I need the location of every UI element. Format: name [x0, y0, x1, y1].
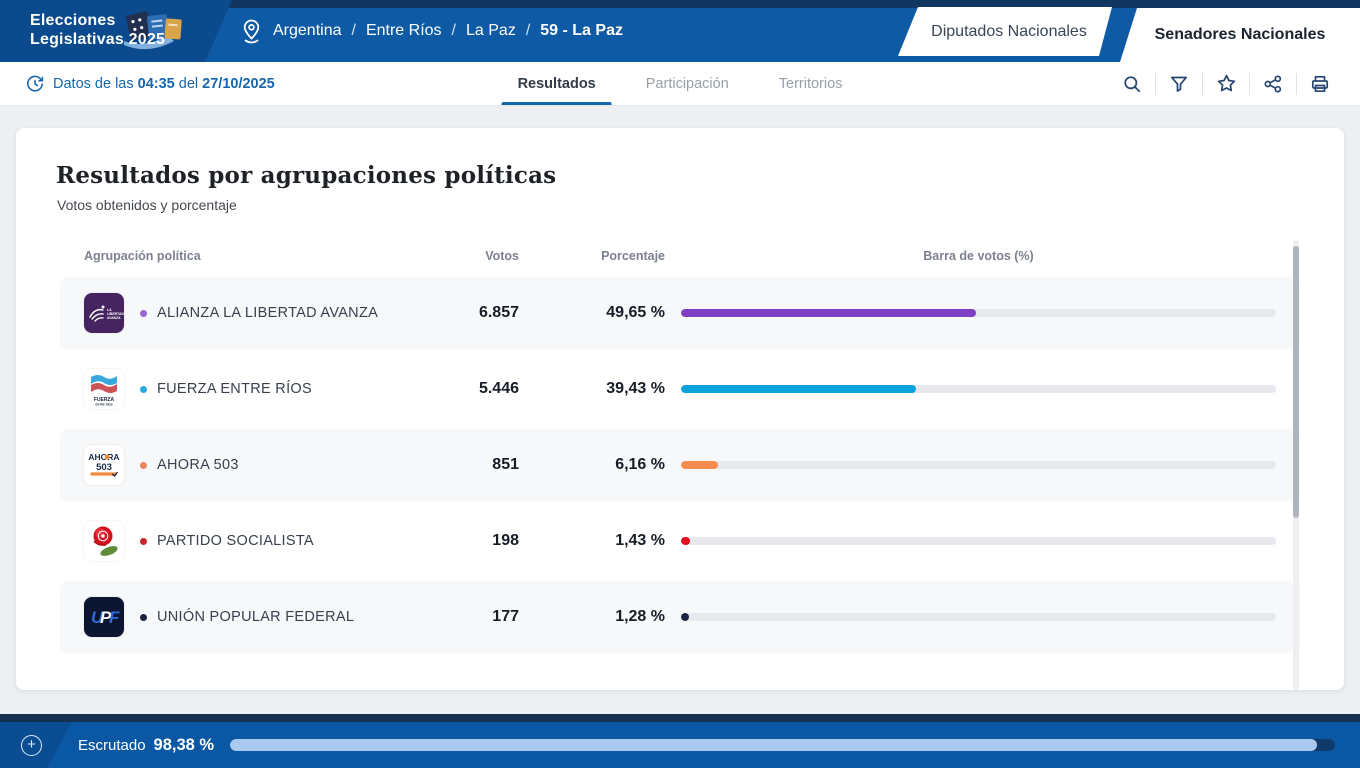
table-row[interactable]: LA LIBERTAD AVANZA ALIANZA LA LIBERTAD A…	[60, 277, 1300, 349]
tab-territorios[interactable]: Territorios	[775, 62, 847, 105]
breadcrumb-item-department[interactable]: La Paz	[466, 22, 516, 40]
toolbar-divider	[1249, 73, 1250, 95]
plus-circle-icon[interactable]: +	[21, 735, 42, 756]
tab-diputados-nacionales[interactable]: Diputados Nacionales	[898, 7, 1112, 56]
page-subtitle: Votos obtenidos y porcentaje	[16, 189, 1344, 213]
scrollbar-thumb[interactable]	[1293, 246, 1299, 518]
toolbar-divider	[1155, 73, 1156, 95]
escrutado-value: 98,38 %	[154, 736, 215, 755]
party-name: UNIÓN POPULAR FEDERAL	[157, 609, 354, 625]
column-votes: Votos	[419, 249, 519, 263]
vote-bar-fill	[681, 461, 718, 469]
svg-text:F: F	[109, 608, 120, 627]
section-tabs: Resultados Participación Territorios	[514, 62, 847, 105]
footer-bar: + Escrutado 98,38 %	[0, 722, 1360, 768]
ahora-503-logo: AHORA 503	[84, 445, 124, 485]
vote-bar-fill	[681, 385, 916, 393]
footer-top-accent	[0, 714, 1360, 722]
breadcrumb-separator: /	[526, 22, 530, 40]
party-color-bullet	[140, 462, 147, 469]
votes-value: 5.446	[419, 380, 519, 398]
breadcrumb-item-section: 59 - La Paz	[540, 22, 623, 40]
location-pin-icon	[240, 18, 263, 45]
table-row[interactable]: PARTIDO SOCIALISTA 198 1,43 %	[60, 505, 1300, 577]
svg-text:ENTRE RÍOS: ENTRE RÍOS	[95, 402, 112, 407]
table-row[interactable]: U P F UNIÓN POPULAR FEDERAL 177 1,28 %	[60, 581, 1300, 653]
star-icon[interactable]	[1214, 72, 1238, 96]
results-table: LA LIBERTAD AVANZA ALIANZA LA LIBERTAD A…	[60, 277, 1300, 653]
party-name: FUERZA ENTRE RÍOS	[157, 381, 312, 397]
print-icon[interactable]	[1308, 72, 1332, 96]
clock-refresh-icon	[26, 75, 44, 93]
votes-value: 6.857	[419, 304, 519, 322]
filter-icon[interactable]	[1167, 72, 1191, 96]
escrutado-progress-track	[230, 739, 1335, 751]
share-icon[interactable]	[1261, 72, 1285, 96]
table-header: Agrupación política Votos Porcentaje Bar…	[60, 239, 1300, 273]
breadcrumb-item-province[interactable]: Entre Ríos	[366, 22, 442, 40]
scrollbar-track[interactable]	[1293, 240, 1299, 690]
breadcrumb-item-country[interactable]: Argentina	[273, 22, 342, 40]
table-row[interactable]: AHORA 503 AHORA 503 851 6,16 %	[60, 429, 1300, 501]
column-bar: Barra de votos (%)	[681, 249, 1276, 263]
percentage-value: 39,43 %	[535, 380, 665, 398]
percentage-value: 1,43 %	[535, 532, 665, 550]
breadcrumb-separator: /	[452, 22, 456, 40]
fuerza-entre-rios-logo: FUERZA ENTRE RÍOS	[84, 369, 124, 409]
vote-bar-fill	[681, 309, 976, 317]
data-timestamp: Datos de las 04:35 del 27/10/2025	[26, 75, 275, 93]
column-party: Agrupación política	[84, 249, 403, 263]
party-name: AHORA 503	[157, 457, 239, 473]
app-header: Elecciones Legislativas 2025 Argentina /…	[0, 0, 1360, 62]
union-popular-federal-logo: U P F	[84, 597, 124, 637]
vote-bar-track	[681, 385, 1276, 393]
partido-socialista-logo	[84, 521, 124, 561]
breadcrumb: Argentina / Entre Ríos / La Paz / 59 - L…	[240, 0, 623, 62]
party-name: ALIANZA LA LIBERTAD AVANZA	[157, 305, 378, 321]
votes-value: 198	[419, 532, 519, 550]
percentage-value: 49,65 %	[535, 304, 665, 322]
search-icon[interactable]	[1120, 72, 1144, 96]
toolbar	[1114, 72, 1338, 96]
column-percentage: Porcentaje	[535, 249, 665, 263]
party-color-bullet	[140, 614, 147, 621]
tab-senadores-nacionales[interactable]: Senadores Nacionales	[1120, 8, 1360, 62]
vote-bar-fill	[681, 613, 689, 621]
vote-bar-track	[681, 537, 1276, 545]
tab-resultados[interactable]: Resultados	[514, 62, 600, 105]
page-title: Resultados por agrupaciones políticas	[16, 128, 1344, 189]
toolbar-divider	[1296, 73, 1297, 95]
party-name: PARTIDO SOCIALISTA	[157, 533, 314, 549]
results-card: Resultados por agrupaciones políticas Vo…	[16, 128, 1344, 690]
app-logo: Elecciones Legislativas 2025	[0, 0, 232, 62]
svg-text:AVANZA: AVANZA	[107, 316, 121, 320]
party-color-bullet	[140, 386, 147, 393]
party-color-bullet	[140, 310, 147, 317]
percentage-value: 6,16 %	[535, 456, 665, 474]
escrutado-label: Escrutado	[78, 737, 146, 754]
subheader-bar: Datos de las 04:35 del 27/10/2025 Result…	[0, 62, 1360, 106]
vote-bar-fill	[681, 537, 690, 545]
table-row[interactable]: FUERZA ENTRE RÍOS FUERZA ENTRE RÍOS 5.44…	[60, 353, 1300, 425]
vote-bar-track	[681, 309, 1276, 317]
vote-bar-track	[681, 461, 1276, 469]
escrutado-progress-fill	[230, 739, 1317, 751]
app-title: Elecciones Legislativas 2025	[30, 12, 165, 50]
svg-text:503: 503	[96, 462, 112, 473]
votes-value: 851	[419, 456, 519, 474]
percentage-value: 1,28 %	[535, 608, 665, 626]
tab-participacion[interactable]: Participación	[642, 62, 733, 105]
votes-value: 177	[419, 608, 519, 626]
toolbar-divider	[1202, 73, 1203, 95]
alianza-la-libertad-avanza-logo: LA LIBERTAD AVANZA	[84, 293, 124, 333]
vote-bar-track	[681, 613, 1276, 621]
svg-text:AHORA: AHORA	[88, 452, 119, 462]
party-color-bullet	[140, 538, 147, 545]
breadcrumb-separator: /	[352, 22, 356, 40]
page-content: Resultados por agrupaciones políticas Vo…	[0, 106, 1360, 714]
